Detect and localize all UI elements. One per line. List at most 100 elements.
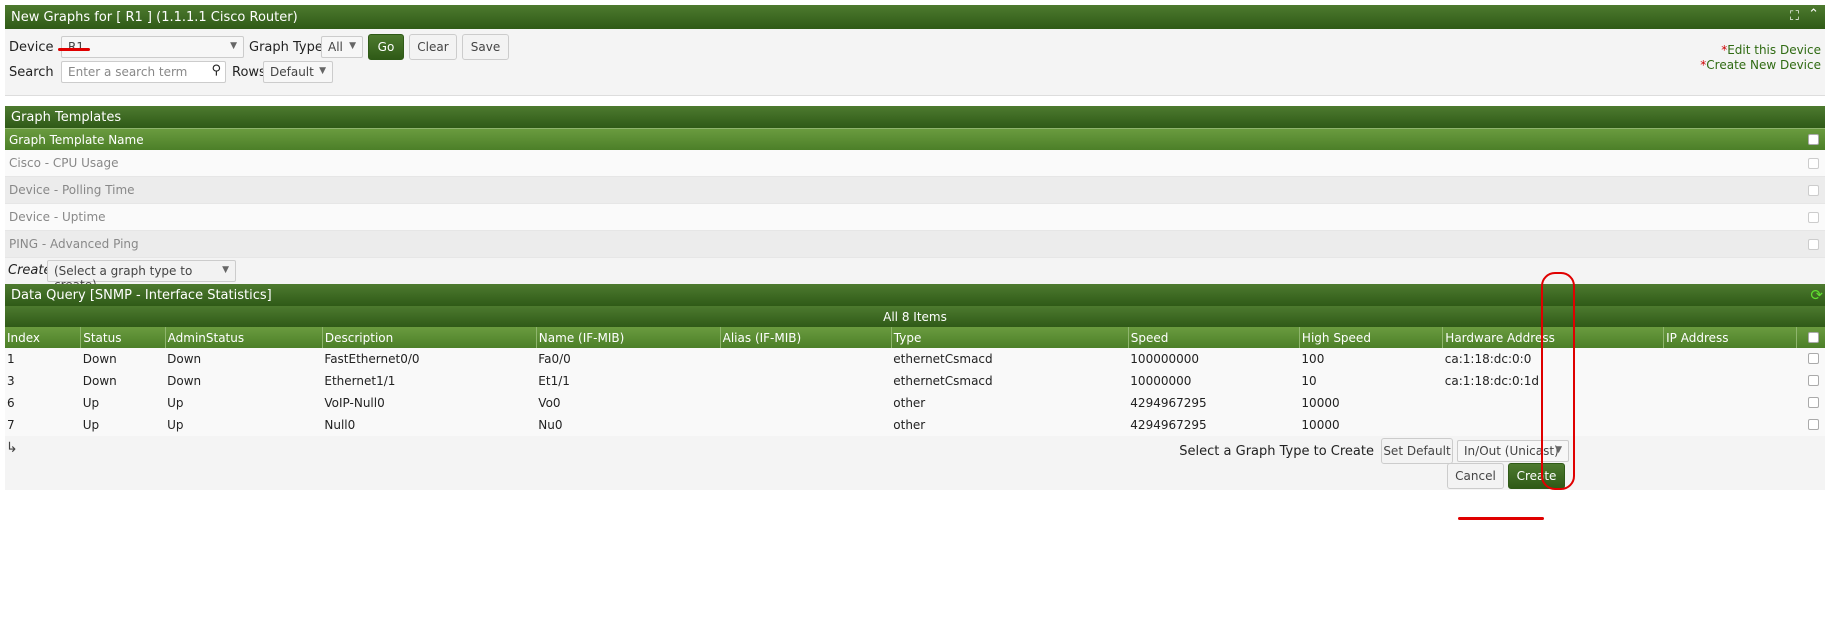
table-cell: Fa0/0 — [536, 348, 721, 370]
template-row: Cisco - CPU Usage — [5, 150, 1825, 177]
table-header-row: Index Status AdminStatus Description Nam… — [5, 327, 1825, 348]
column-header[interactable]: Status — [80, 327, 166, 348]
chevron-down-icon: ▼ — [230, 41, 237, 51]
search-placeholder: Enter a search term — [68, 65, 188, 79]
table-row[interactable]: 1 Down Down FastEthernet0/0 Fa0/0 ethernetCsm… — [5, 348, 1825, 370]
rows-label: Rows — [232, 65, 266, 80]
graph-types-value: All — [328, 40, 343, 54]
table-cell: Null0 — [322, 414, 537, 436]
table-cell — [720, 370, 892, 392]
cancel-button[interactable]: Cancel — [1447, 463, 1504, 489]
table-row[interactable]: 6 Up Up VoIP-Null0 Vo0 other 4294967295 10000 — [5, 392, 1825, 414]
chevron-down-icon: ▼ — [1555, 445, 1562, 455]
collapse-icon[interactable]: ⌃ — [1808, 7, 1819, 22]
table-cell: Et1/1 — [536, 370, 721, 392]
column-header[interactable]: Type — [890, 327, 1129, 348]
filter-panel: Device R1 ▼ Graph Types All ▼ Go Clear S… — [5, 29, 1825, 96]
table-cell — [720, 414, 892, 436]
graph-type-create-select[interactable]: (Select a graph type to create) ▼ — [47, 260, 236, 292]
template-checkbox[interactable] — [1808, 238, 1819, 250]
edit-device-link[interactable]: *Edit this Device — [1700, 43, 1821, 58]
create-label: Create — [8, 263, 52, 278]
template-checkbox[interactable] — [1808, 157, 1819, 169]
go-button[interactable]: Go — [368, 34, 404, 60]
template-checkbox[interactable] — [1808, 184, 1819, 196]
table-cell: 100000000 — [1128, 348, 1300, 370]
row-checkbox-cell — [1796, 370, 1825, 392]
column-header[interactable]: High Speed — [1298, 327, 1443, 348]
template-name: Device - Polling Time — [9, 183, 135, 197]
table-cell: ca:1:18:dc:0:1d — [1442, 370, 1664, 392]
table-cell — [1663, 392, 1797, 414]
table-cell: ethernetCsmacd — [891, 348, 1129, 370]
fullscreen-icon[interactable]: ⛶ — [1790, 9, 1799, 24]
select-all-column — [1796, 327, 1825, 348]
table-cell: 3 — [5, 370, 81, 392]
select-all-templates-checkbox[interactable] — [1808, 134, 1819, 145]
device-select-value: R1 — [68, 40, 84, 54]
column-header[interactable]: AdminStatus — [164, 327, 323, 348]
table-cell: Vo0 — [536, 392, 721, 414]
table-cell — [720, 348, 892, 370]
clear-button[interactable]: Clear — [409, 34, 457, 60]
table-cell: Down — [80, 370, 166, 392]
table-row[interactable]: 3 Down Down Ethernet1/1 Et1/1 ethernetCsmacd 1… — [5, 370, 1825, 392]
annotation-underline-graph-type — [1458, 517, 1544, 520]
column-header[interactable]: Hardware Address — [1442, 327, 1664, 348]
table-cell: Down — [165, 370, 323, 392]
table-cell: 100 — [1299, 348, 1443, 370]
device-select[interactable]: R1 ▼ — [61, 36, 244, 58]
column-header[interactable]: Alias (IF-MIB) — [719, 327, 892, 348]
graph-type-select[interactable]: In/Out (Unicast) ▼ — [1457, 440, 1569, 462]
rows-select[interactable]: Default ▼ — [263, 61, 333, 83]
table-cell: Down — [165, 348, 323, 370]
items-count: All 8 Items — [883, 309, 947, 324]
row-checkbox[interactable] — [1808, 397, 1819, 408]
row-checkbox-cell — [1796, 348, 1825, 370]
save-button[interactable]: Save — [462, 34, 509, 60]
table-cell: 10000 — [1299, 392, 1443, 414]
create-button[interactable]: Create — [1508, 463, 1565, 489]
column-header[interactable]: Index — [5, 327, 81, 348]
set-default-button[interactable]: Set Default — [1381, 438, 1453, 464]
table-cell: 7 — [5, 414, 81, 436]
table-row[interactable]: 7 Up Up Null0 Nu0 other 4294967295 10000 — [5, 414, 1825, 436]
table-cell — [1663, 414, 1797, 436]
return-arrow-icon: ↳ — [6, 440, 18, 456]
table-cell: FastEthernet0/0 — [322, 348, 537, 370]
select-all-rows-checkbox[interactable] — [1808, 332, 1819, 343]
row-checkbox[interactable] — [1808, 375, 1819, 386]
graph-types-select[interactable]: All ▼ — [321, 36, 363, 58]
table-cell: Up — [80, 392, 166, 414]
graph-templates-column-header: Graph Template Name — [5, 128, 1825, 150]
template-row: PING - Advanced Ping — [5, 231, 1825, 258]
table-cell: ethernetCsmacd — [891, 370, 1129, 392]
column-header[interactable]: Name (IF-MIB) — [535, 327, 721, 348]
search-icon[interactable]: ⚲ — [211, 63, 221, 78]
template-name: Cisco - CPU Usage — [9, 156, 119, 170]
table-cell — [1663, 348, 1797, 370]
column-header[interactable]: Description — [321, 327, 537, 348]
row-checkbox-cell — [1796, 414, 1825, 436]
chevron-down-icon: ▼ — [349, 41, 356, 51]
row-checkbox[interactable] — [1808, 353, 1819, 364]
refresh-icon[interactable]: ⟳ — [1810, 286, 1823, 304]
table-cell: 6 — [5, 392, 81, 414]
page: New Graphs for [ R1 ] (1.1.1.1 Cisco Rou… — [5, 5, 1825, 490]
table-cell: 10000 — [1299, 414, 1443, 436]
table-cell: 4294967295 — [1128, 392, 1300, 414]
template-row: Device - Polling Time — [5, 177, 1825, 204]
graph-templates-title: Graph Templates — [11, 109, 122, 125]
table-cell: Nu0 — [536, 414, 721, 436]
row-checkbox[interactable] — [1808, 419, 1819, 430]
column-header[interactable]: IP Address — [1663, 327, 1797, 348]
template-name: PING - Advanced Ping — [9, 237, 139, 251]
create-graph-row: Create (Select a graph type to create) ▼ — [5, 258, 1825, 292]
column-header[interactable]: Speed — [1127, 327, 1300, 348]
device-links: *Edit this Device *Create New Device — [1700, 43, 1821, 73]
table-cell — [720, 392, 892, 414]
template-checkbox[interactable] — [1808, 211, 1819, 223]
search-input[interactable]: Enter a search term ⚲ — [61, 61, 226, 83]
table-cell: Up — [165, 392, 323, 414]
create-device-link[interactable]: *Create New Device — [1700, 58, 1821, 73]
